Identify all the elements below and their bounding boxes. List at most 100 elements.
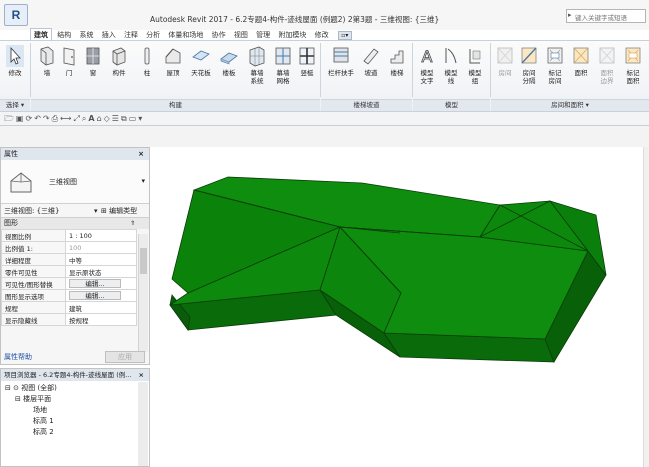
tag-area-label: 标记 xyxy=(626,69,640,77)
model-text-button[interactable]: A 模型 文字 xyxy=(416,45,438,85)
floor-icon xyxy=(220,52,238,65)
properties-header: 属性 × xyxy=(1,148,149,160)
mullion-button[interactable]: 竖梃 xyxy=(296,45,318,77)
apply-button[interactable]: 应用 xyxy=(105,351,145,363)
open-icon[interactable]: 🗁 xyxy=(4,114,16,123)
property-value[interactable]: 中等 xyxy=(65,253,137,266)
property-key: 视图比例 xyxy=(1,229,66,242)
tree-node-level-1[interactable]: 标高 1 xyxy=(33,416,54,427)
tree-node-level-2[interactable]: 标高 2 xyxy=(33,427,54,438)
curtain-system-button[interactable]: 幕墙 系统 xyxy=(246,45,268,85)
thin-lines-icon[interactable]: ☰ xyxy=(112,114,121,123)
section-icon[interactable]: ◇ xyxy=(104,114,112,123)
viewport-scrollbar[interactable] xyxy=(643,147,649,467)
model-group-button[interactable]: 模型 组 xyxy=(464,45,486,85)
property-value[interactable]: 建筑 xyxy=(65,301,137,314)
model-line-button[interactable]: 模型 线 xyxy=(440,45,462,85)
tree-node-site[interactable]: 场地 xyxy=(33,405,47,416)
close-icon[interactable]: × xyxy=(138,148,144,160)
tab-architecture[interactable]: 建筑 xyxy=(30,28,52,40)
chevron-down-icon[interactable]: ▾ xyxy=(94,207,98,215)
column-button[interactable]: 柱 xyxy=(136,45,158,77)
close-icon[interactable]: × xyxy=(139,369,144,381)
measure-icon[interactable]: ⟷ xyxy=(60,114,73,123)
model-line-label: 模型 xyxy=(444,69,458,77)
property-value[interactable]: 按规程 xyxy=(65,313,137,326)
instance-selector[interactable]: 三维视图: {三维} xyxy=(4,204,94,218)
property-group-graphics[interactable]: 图形 ⇑ xyxy=(1,218,149,229)
cursor-arrow-icon xyxy=(6,45,24,67)
component-button[interactable]: 构件 xyxy=(108,45,130,77)
group-select[interactable]: 选择 ▾ xyxy=(0,99,30,111)
roof-button[interactable]: 屋顶 xyxy=(162,45,184,77)
text-icon[interactable]: A xyxy=(88,114,96,123)
area-boundary-button[interactable]: 面积 边界 xyxy=(596,45,618,85)
collapse-icon[interactable]: ⊟ xyxy=(15,395,21,403)
customize-toolbar-icon[interactable]: ▾ xyxy=(138,114,144,123)
search-input[interactable]: 键入关键字或短语 xyxy=(566,9,646,23)
door-button[interactable]: 门 xyxy=(58,45,80,77)
property-value[interactable]: 1 : 100 xyxy=(65,229,137,242)
table-row: 比例值 1: 100 xyxy=(1,241,137,254)
room-button[interactable]: 房间 xyxy=(494,45,516,77)
dimension-icon[interactable]: ⤢ xyxy=(73,114,81,123)
property-value[interactable]: 显示原状态 xyxy=(65,265,137,278)
collapse-icon[interactable]: ⇑ xyxy=(130,218,135,229)
property-value: 编辑... xyxy=(65,277,137,290)
wall-label: 墙 xyxy=(43,69,51,77)
print-icon[interactable]: ⎙ xyxy=(52,114,60,123)
edit-type-button[interactable]: ⊞ 编辑类型 xyxy=(101,204,137,218)
application-menu-button[interactable]: R xyxy=(4,4,28,26)
area-boundary-label2: 边界 xyxy=(600,77,614,85)
roof-model[interactable] xyxy=(152,147,649,467)
scrollbar-thumb[interactable] xyxy=(140,248,147,274)
room-label: 房间 xyxy=(498,69,512,77)
curtain-grid-label: 幕墙 xyxy=(276,69,290,77)
edit-display-options-button[interactable]: 编辑... xyxy=(69,291,121,300)
curtain-grid-button[interactable]: 幕墙 网格 xyxy=(272,45,294,85)
area-button[interactable]: 面积 xyxy=(570,45,592,77)
quick-access-toolbar: 🗁▣⟳↶↷⎙⟷⤢⌕A⌂◇☰⧉▭▾ xyxy=(0,112,649,126)
properties-scrollbar[interactable] xyxy=(138,234,148,352)
window-button[interactable]: 窗 xyxy=(82,45,104,77)
wall-button[interactable]: 墙 xyxy=(36,45,58,77)
browser-scrollbar[interactable] xyxy=(138,382,148,466)
tree-node-views[interactable]: ⊟ ⊙ 视图 (全部) xyxy=(5,383,57,394)
chevron-down-icon[interactable]: ▾ xyxy=(141,177,145,185)
floor-button[interactable]: 楼板 xyxy=(218,45,240,77)
table-row: 零件可见性 显示原状态 xyxy=(1,265,137,278)
area-boundary-label: 面积 xyxy=(600,69,614,77)
properties-help-link[interactable]: 属性帮助 xyxy=(4,350,32,364)
modify-button[interactable]: 修改 xyxy=(4,45,26,77)
edit-type-label: 编辑类型 xyxy=(109,207,138,215)
undo-icon[interactable]: ↶ xyxy=(34,114,43,123)
type-selector[interactable]: 三维视图 ▾ xyxy=(1,160,149,204)
property-key: 详细程度 xyxy=(1,253,66,266)
tag-area-icon xyxy=(625,47,641,64)
ramp-button[interactable]: 坡道 xyxy=(360,45,382,77)
close-hidden-icon[interactable]: ⧉ xyxy=(121,114,129,123)
railing-button[interactable]: 栏杆扶手 xyxy=(326,45,356,77)
ceiling-button[interactable]: 天花板 xyxy=(190,45,212,77)
modify-label: 修改 xyxy=(8,69,22,77)
stair-button[interactable]: 楼梯 xyxy=(386,45,408,77)
3d-view-icon[interactable]: ⌂ xyxy=(97,114,104,123)
project-browser-header: 项目浏览器 - 6.2专题4-构件-迹线屋面 (例... × xyxy=(1,369,149,381)
ribbon-minimize-toggle[interactable]: ▫▾ xyxy=(337,30,352,40)
roof-icon xyxy=(165,48,181,64)
tag-room-button[interactable]: 标记 房间 xyxy=(544,45,566,85)
collapse-icon[interactable]: ⊟ xyxy=(5,384,11,392)
room-separator-button[interactable]: 房间 分隔 xyxy=(518,45,540,85)
tag-room-label: 标记 xyxy=(548,69,562,77)
redo-icon[interactable]: ↷ xyxy=(43,114,52,123)
table-row: 规程 建筑 xyxy=(1,301,137,314)
ceiling-label: 天花板 xyxy=(191,69,211,77)
edit-visibility-button[interactable]: 编辑... xyxy=(69,279,121,288)
group-build: 构建 xyxy=(31,99,320,111)
group-room-area[interactable]: 房间和面积 ▾ xyxy=(491,99,649,111)
tree-node-floor-plans[interactable]: ⊟ 楼层平面 xyxy=(15,394,51,405)
tag-area-button[interactable]: 标记 面积 xyxy=(622,45,644,85)
3d-viewport[interactable] xyxy=(152,147,649,467)
sync-icon[interactable]: ⟳ xyxy=(25,114,34,123)
switch-windows-icon[interactable]: ▭ xyxy=(129,114,139,123)
